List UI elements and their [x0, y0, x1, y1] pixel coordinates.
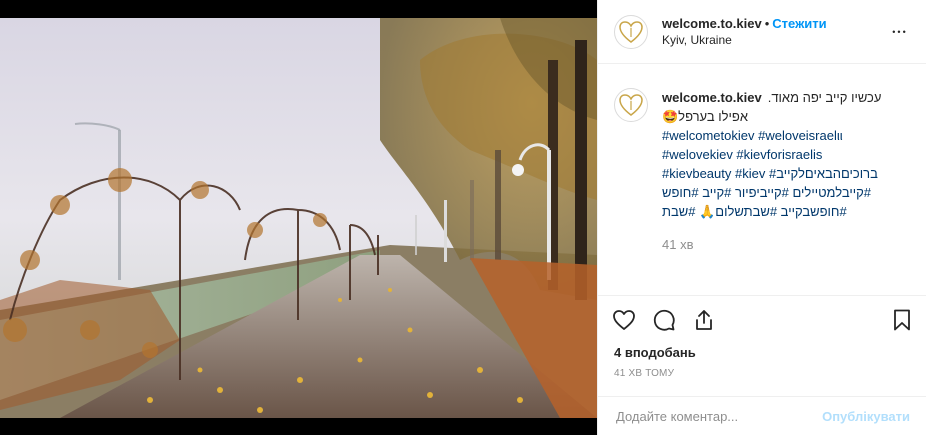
hashtags-line-1[interactable]: #welcometokiev #weloveisraelιι [662, 126, 909, 145]
more-options-label: ••• [892, 26, 908, 37]
separator-dot: • [764, 15, 770, 31]
post-time-ago: 41 хв тому [614, 368, 675, 379]
bookmark-icon[interactable] [888, 306, 916, 334]
add-comment-bar: Опублікувати [598, 396, 926, 435]
caption-text: welcome.to.kiev עכשיו קייב יפה מאוד. אפיל… [662, 88, 909, 254]
hashtags-line-2[interactable]: #welovekiev #kievforisraelis [662, 145, 909, 164]
photo-foggy-autumn-alley [0, 0, 597, 435]
hashtags-line-4[interactable]: #קייבלמטיילים #קייביפיור #קייב #חופש [662, 183, 909, 202]
caption-line-1: עכשיו קייב יפה מאוד. [767, 90, 882, 105]
post-comment-button[interactable]: Опублікувати [822, 409, 910, 424]
location-link[interactable]: Kyiv, Ukraine [662, 32, 888, 48]
share-icon[interactable] [690, 306, 718, 334]
likes-count[interactable]: 4 вподобань [598, 344, 926, 362]
avatar[interactable] [614, 14, 648, 49]
hashtags-line-5[interactable]: #חופשבקייב #שבתשלום🙏 #שבת [662, 202, 909, 221]
heart-logo-icon [619, 94, 643, 116]
caption-timestamp: 41 хв [662, 237, 694, 252]
follow-button[interactable]: Стежити [772, 16, 826, 31]
header-text: welcome.to.kiev • Стежити Kyiv, Ukraine [662, 16, 888, 48]
action-icons-bar [598, 296, 926, 344]
username-link[interactable]: welcome.to.kiev [662, 16, 762, 31]
post-header: welcome.to.kiev • Стежити Kyiv, Ukraine ••… [598, 0, 926, 64]
hashtags-line-3[interactable]: #kievbeauty #kiev #ברוכיםהבאיםלקייב [662, 164, 909, 183]
post-side-panel: welcome.to.kiev • Стежити Kyiv, Ukraine ••… [597, 0, 926, 435]
caption-comment: welcome.to.kiev עכשיו קייב יפה מאוד. אפיל… [598, 64, 926, 254]
post-actions: 4 вподобань 41 хв тому [598, 295, 926, 379]
instagram-post-dialog: welcome.to.kiev • Стежити Kyiv, Ukraine ••… [0, 0, 926, 435]
heart-icon[interactable] [610, 306, 638, 334]
comment-input[interactable] [614, 407, 823, 425]
post-photo[interactable] [0, 0, 597, 435]
caption-avatar[interactable] [614, 88, 648, 122]
heart-logo-icon [619, 20, 643, 43]
more-dots-icon[interactable]: ••• [888, 20, 912, 44]
comment-bubble-icon[interactable] [650, 306, 678, 334]
caption-username-link[interactable]: welcome.to.kiev [662, 90, 762, 105]
caption-line-2: אפילו בערפל🤩 [662, 109, 748, 124]
